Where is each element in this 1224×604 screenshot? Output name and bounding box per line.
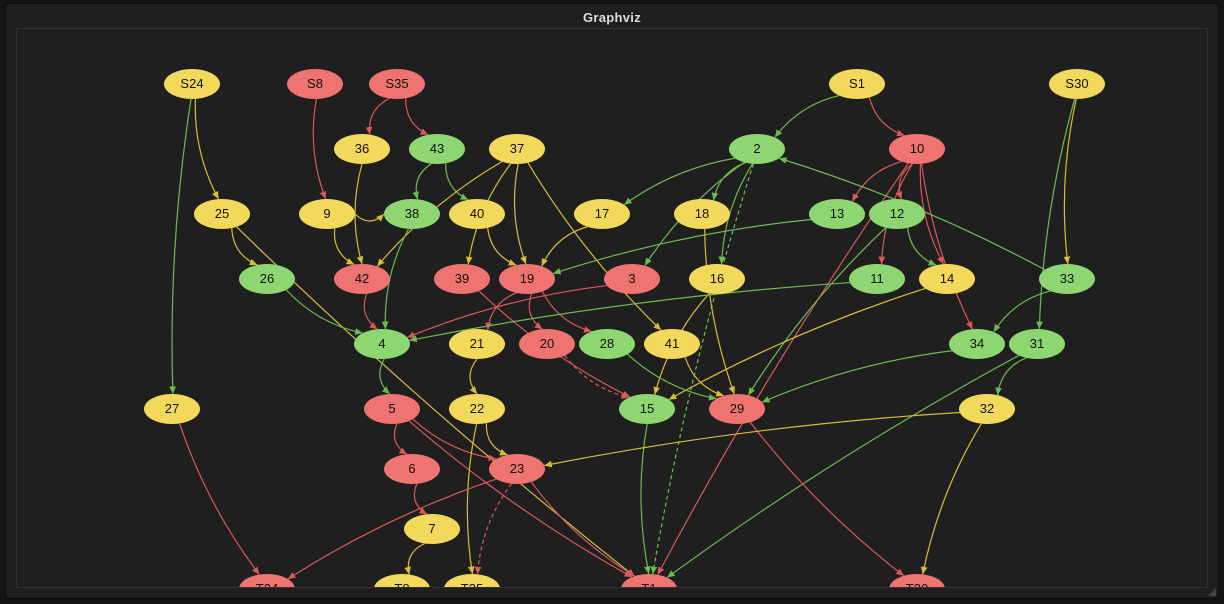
node-S30[interactable]: S30 [1049, 69, 1105, 99]
edge-34-29 [762, 351, 952, 402]
edge-42-4 [364, 294, 377, 329]
edge-21-22 [470, 359, 477, 394]
node-43[interactable]: 43 [409, 134, 465, 164]
node-S24[interactable]: S24 [164, 69, 220, 99]
node-13[interactable]: 13 [809, 199, 865, 229]
node-9[interactable]: 9 [299, 199, 355, 229]
edge-40-19 [488, 228, 517, 265]
node-40[interactable]: 40 [449, 199, 505, 229]
edge-S24-25 [195, 99, 218, 199]
edge-10-34 [922, 164, 973, 329]
node-39[interactable]: 39 [434, 264, 490, 294]
node-23[interactable]: 23 [489, 454, 545, 484]
edge-26-4 [286, 290, 362, 333]
edge-S30-33 [1064, 99, 1076, 264]
resize-grip-icon[interactable] [1206, 586, 1216, 596]
node-27[interactable]: 27 [144, 394, 200, 424]
edge-22-T35 [467, 424, 476, 574]
edge-43-38 [416, 164, 431, 200]
node-38[interactable]: 38 [384, 199, 440, 229]
edge-22-23 [486, 423, 507, 455]
edge-5-6 [394, 424, 407, 454]
node-16[interactable]: 16 [689, 264, 745, 294]
node-33[interactable]: 33 [1039, 264, 1095, 294]
edge-31-32 [998, 358, 1027, 395]
node-12[interactable]: 12 [869, 199, 925, 229]
edge-10-12 [899, 164, 912, 199]
node-S1[interactable]: S1 [829, 69, 885, 99]
node-31[interactable]: 31 [1009, 329, 1065, 359]
node-22[interactable]: 22 [449, 394, 505, 424]
edge-33-34 [994, 291, 1051, 332]
edge-18-29 [705, 229, 735, 394]
node-36[interactable]: 36 [334, 134, 390, 164]
node-29[interactable]: 29 [709, 394, 765, 424]
node-S8[interactable]: S8 [287, 69, 343, 99]
edge-S1-10 [869, 97, 904, 135]
node-7[interactable]: 7 [404, 514, 460, 544]
node-32[interactable]: 32 [959, 394, 1015, 424]
edge-17-19 [542, 227, 588, 266]
edge-7-T8 [408, 543, 424, 574]
node-5[interactable]: 5 [364, 394, 420, 424]
edge-14-15 [669, 288, 925, 399]
edge-36-42 [355, 164, 362, 264]
edge-12-14 [908, 228, 937, 265]
edge-37-41 [528, 163, 661, 330]
node-18[interactable]: 18 [674, 199, 730, 229]
edge-27-T24 [180, 423, 260, 574]
edge-9-38 [355, 214, 384, 221]
edge-S1-2 [775, 96, 839, 138]
node-T35[interactable]: T35 [444, 574, 500, 587]
edge-4-5 [380, 359, 390, 394]
node-41[interactable]: 41 [644, 329, 700, 359]
node-T30[interactable]: T30 [889, 574, 945, 587]
node-34[interactable]: 34 [949, 329, 1005, 359]
node-20[interactable]: 20 [519, 329, 575, 359]
edge-19-28 [542, 292, 591, 332]
edge-S35-36 [369, 98, 389, 134]
node-2[interactable]: 2 [729, 134, 785, 164]
edge-43-40 [446, 163, 468, 200]
graph-area[interactable]: S24S8S35S1S30364337210259384017181312264… [16, 28, 1208, 588]
node-21[interactable]: 21 [449, 329, 505, 359]
node-T24[interactable]: T24 [239, 574, 295, 587]
node-26[interactable]: 26 [239, 264, 295, 294]
node-10[interactable]: 10 [889, 134, 945, 164]
node-28[interactable]: 28 [579, 329, 635, 359]
edge-23-T24 [288, 479, 496, 579]
node-6[interactable]: 6 [384, 454, 440, 484]
edge-31-T1 [667, 355, 1019, 577]
node-17[interactable]: 17 [574, 199, 630, 229]
edge-37-19 [514, 164, 525, 264]
edge-S35-43 [406, 98, 428, 135]
edge-29-T30 [750, 422, 904, 576]
edge-23-T1 [531, 482, 635, 576]
graph-panel: Graphviz S24S8S35S1S30364337210259384017… [6, 4, 1218, 598]
node-11[interactable]: 11 [849, 264, 905, 294]
node-42[interactable]: 42 [334, 264, 390, 294]
node-19[interactable]: 19 [499, 264, 555, 294]
node-4[interactable]: 4 [354, 329, 410, 359]
edge-12-29 [748, 228, 885, 396]
node-T8[interactable]: T8 [374, 574, 430, 587]
graph-svg[interactable]: S24S8S35S1S30364337210259384017181312264… [17, 29, 1207, 587]
node-37[interactable]: 37 [489, 134, 545, 164]
edge-19-20 [529, 294, 542, 329]
edge-9-42 [334, 228, 354, 264]
edge-10-13 [852, 162, 901, 202]
node-25[interactable]: 25 [194, 199, 250, 229]
node-15[interactable]: 15 [619, 394, 675, 424]
node-14[interactable]: 14 [919, 264, 975, 294]
edge-28-29 [627, 354, 716, 399]
edge-S24-27 [172, 99, 191, 394]
node-S35[interactable]: S35 [369, 69, 425, 99]
edge-32-T30 [923, 424, 982, 575]
edge-25-26 [232, 228, 258, 265]
panel-title: Graphviz [6, 4, 1218, 25]
edge-S8-9 [313, 99, 325, 199]
node-3[interactable]: 3 [604, 264, 660, 294]
